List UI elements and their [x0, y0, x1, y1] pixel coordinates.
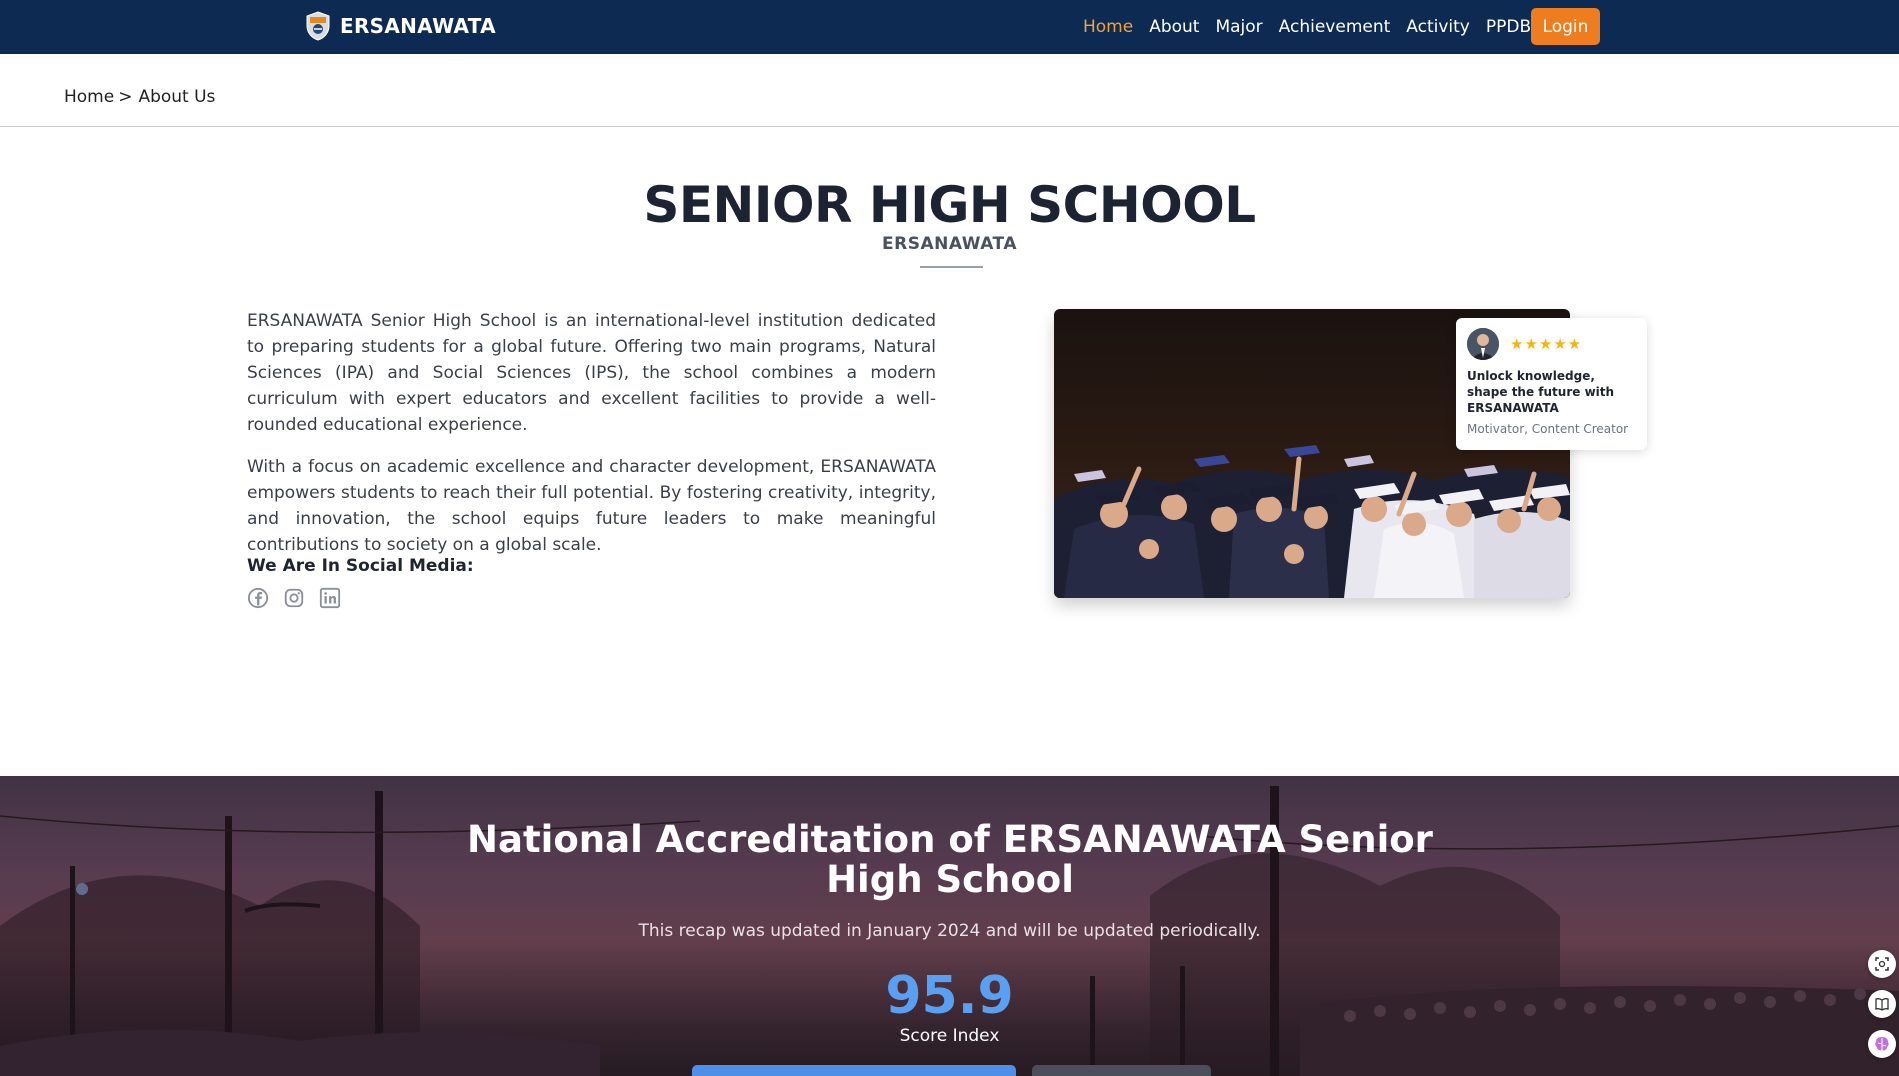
title-divider	[920, 266, 983, 268]
screenshot-tool-button[interactable]	[1868, 950, 1896, 978]
testimonial-role: Motivator, Content Creator	[1467, 422, 1629, 436]
nav-ppdb[interactable]: PPDB	[1486, 17, 1531, 37]
reader-tool-button[interactable]	[1868, 990, 1896, 1018]
testimonial-quote: Unlock knowledge, shape the future with …	[1467, 369, 1615, 415]
page-subtitle: ERSANAWATA	[882, 234, 1017, 254]
accreditation-section: National Accreditation of ERSANAWATA Sen…	[0, 776, 1899, 1076]
breadcrumb-separator: >	[118, 87, 133, 107]
crop-icon	[1875, 957, 1889, 971]
nav-about[interactable]: About	[1149, 17, 1199, 37]
social-heading: We Are In Social Media:	[247, 556, 474, 576]
person-avatar-icon	[1467, 328, 1499, 360]
testimonial-card: ★★★★★ Unlock knowledge, shape the future…	[1456, 318, 1647, 450]
linkedin-icon[interactable]	[319, 587, 341, 609]
brand-name: ERSANAWATA	[340, 14, 496, 38]
breadcrumb-bar: Home > About Us	[0, 54, 1899, 127]
breadcrumb-home-link[interactable]: Home	[64, 87, 114, 107]
school-crest-icon	[306, 11, 330, 41]
page-title: SENIOR HIGH SCHOOL	[643, 176, 1256, 234]
avatar	[1467, 328, 1499, 360]
ai-assistant-button[interactable]	[1868, 1030, 1896, 1058]
login-button[interactable]: Login	[1531, 8, 1600, 45]
accreditation-secondary-button[interactable]	[1032, 1065, 1211, 1076]
instagram-icon[interactable]	[283, 587, 305, 609]
nav-activity[interactable]: Activity	[1406, 17, 1470, 37]
about-description: ERSANAWATA Senior High School is an inte…	[247, 308, 936, 574]
brand[interactable]: ERSANAWATA	[305, 11, 496, 41]
social-links	[247, 587, 341, 609]
accreditation-title: National Accreditation of ERSANAWATA Sen…	[467, 818, 1433, 901]
nav-achievement[interactable]: Achievement	[1279, 17, 1391, 37]
score-value: 95.9	[885, 966, 1014, 1026]
brain-icon	[1875, 1037, 1889, 1051]
about-paragraph: ERSANAWATA Senior High School is an inte…	[247, 311, 936, 435]
nav-major[interactable]: Major	[1215, 17, 1262, 37]
breadcrumb: Home > About Us	[64, 87, 215, 107]
book-icon	[1875, 998, 1889, 1011]
facebook-icon[interactable]	[247, 587, 269, 609]
score-label: Score Index	[899, 1026, 1000, 1046]
about-paragraph: With a focus on academic excellence and …	[247, 457, 936, 555]
rating-stars-icon: ★★★★★	[1510, 336, 1583, 353]
nav-home[interactable]: Home	[1083, 17, 1133, 37]
accreditation-primary-button[interactable]	[692, 1065, 1016, 1076]
breadcrumb-current: About Us	[138, 87, 216, 107]
navbar: ERSANAWATA Home About Major Achievement …	[0, 0, 1899, 54]
accreditation-subtitle: This recap was updated in January 2024 a…	[638, 921, 1261, 941]
main-nav: Home About Major Achievement Activity PP…	[1083, 0, 1547, 54]
